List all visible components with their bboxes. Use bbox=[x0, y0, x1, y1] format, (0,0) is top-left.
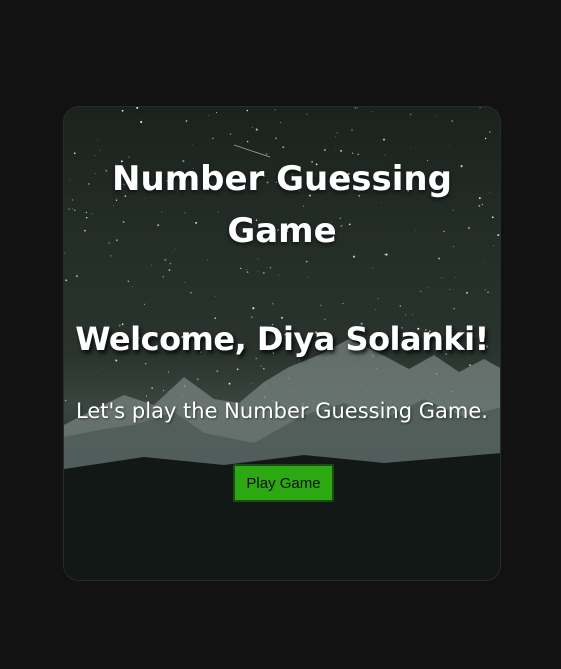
intro-text: Let's play the Number Guessing Game. bbox=[76, 399, 488, 423]
play-game-button[interactable]: Play Game bbox=[233, 464, 334, 502]
game-title: Number Guessing Game bbox=[112, 159, 452, 251]
welcome-heading: Welcome, Diya Solanki! bbox=[75, 320, 489, 358]
game-card: Number Guessing Game Welcome, Diya Solan… bbox=[63, 106, 501, 581]
welcome-panel: Number Guessing Game Welcome, Diya Solan… bbox=[64, 107, 500, 580]
